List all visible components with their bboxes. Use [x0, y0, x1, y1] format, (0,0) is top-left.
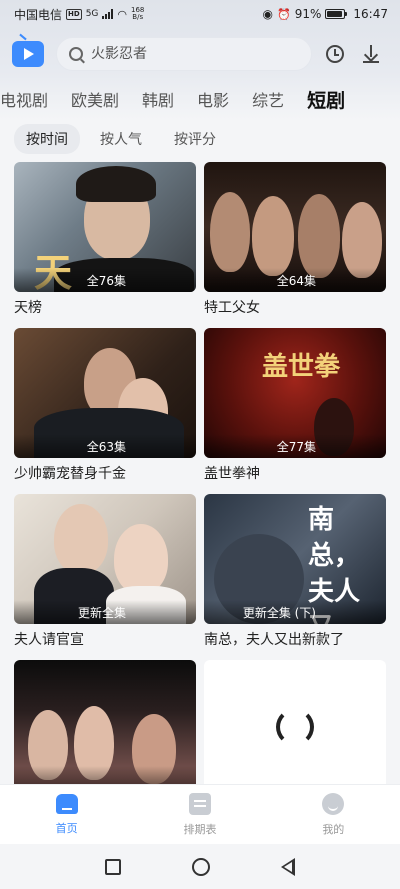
nav-schedule[interactable]: 排期表: [160, 792, 240, 837]
search-icon: [69, 47, 83, 61]
tab-korean-series[interactable]: 韩剧: [142, 87, 174, 111]
episode-badge: 全63集: [14, 434, 196, 458]
poster-figure: [54, 504, 108, 574]
drama-card[interactable]: 盖世拳 全77集 盖世拳神: [204, 328, 386, 494]
poster-title-text: 盖世拳: [262, 352, 341, 382]
episode-count: 全63集: [86, 440, 126, 454]
download-icon[interactable]: [362, 45, 380, 63]
poster-figure: [210, 192, 250, 272]
search-input[interactable]: [91, 46, 291, 62]
category-tabs: 电视剧 欧美剧 韩剧 电影 综艺 短剧: [0, 82, 400, 116]
tab-tv-series[interactable]: 电视剧: [0, 87, 48, 111]
nav-profile[interactable]: 我的: [293, 792, 373, 837]
episode-count: 全64集: [276, 274, 316, 288]
drama-card[interactable]: 天 全76集 天榜: [14, 162, 196, 328]
drama-poster: 更新全集: [14, 494, 196, 624]
drama-card[interactable]: 全64集 特工父女: [204, 162, 386, 328]
loading-spinner-icon: [276, 708, 314, 746]
poster-figure: [252, 196, 294, 276]
nav-home-label: 首页: [55, 821, 78, 835]
schedule-icon: [188, 792, 211, 815]
nav-home[interactable]: 首页: [27, 793, 107, 836]
drama-title: 夫人请官宣: [14, 632, 84, 648]
nav-profile-label: 我的: [322, 822, 345, 836]
episode-count: 全76集: [86, 274, 126, 288]
drama-poster: 盖世拳 全77集: [204, 328, 386, 458]
episode-badge: 全77集: [204, 434, 386, 458]
drama-poster: 南总，夫人又 更新全集 (下): [204, 494, 386, 624]
drama-title: 盖世拳神: [204, 466, 260, 482]
back-icon[interactable]: [280, 857, 295, 876]
battery-percent: 91%: [294, 7, 322, 21]
drama-poster-loading: [204, 660, 386, 790]
alarm-icon: ⏰: [277, 7, 291, 21]
sort-by-popularity[interactable]: 按人气: [88, 124, 154, 154]
system-navigation: [0, 844, 400, 889]
battery-icon: [325, 9, 348, 19]
carrier-label: 中国电信: [14, 7, 63, 22]
drama-grid: 天 全76集 天榜 全64集 特工父女 全63集 少帅霸宠替身千金 盖世拳 全7…: [14, 162, 386, 826]
drama-card[interactable]: 全63集 少帅霸宠替身千金: [14, 328, 196, 494]
sort-by-time[interactable]: 按时间: [14, 124, 80, 154]
drama-title: 南总，夫人又出新款了: [204, 632, 344, 648]
episode-count: 更新全集: [77, 606, 126, 620]
tab-short-drama[interactable]: 短剧: [307, 86, 345, 113]
episode-count: 全77集: [276, 440, 316, 454]
episode-badge: 更新全集: [14, 600, 196, 624]
poster-figure: [298, 194, 340, 278]
poster-figure: [342, 202, 382, 278]
app-logo-icon[interactable]: [12, 41, 44, 67]
tab-variety[interactable]: 综艺: [252, 87, 284, 111]
hd-badge: HD: [66, 8, 82, 20]
wifi-icon: ◠: [117, 7, 127, 21]
drama-card[interactable]: 更新全集 夫人请官宣: [14, 494, 196, 660]
eye-icon: ◉: [262, 7, 274, 21]
network-type: 5G: [85, 9, 99, 19]
recent-apps-icon[interactable]: [105, 858, 122, 875]
episode-badge: 全64集: [204, 268, 386, 292]
app-header: [0, 34, 400, 74]
poster-hair: [76, 166, 156, 202]
bottom-navigation: 首页 排期表 我的: [0, 784, 400, 844]
drama-title: 天榜: [14, 300, 42, 316]
drama-poster: 天 全76集: [14, 162, 196, 292]
home-icon: [55, 793, 78, 814]
drama-poster: 全63集: [14, 328, 196, 458]
drama-title: 少帅霸宠替身千金: [14, 466, 126, 482]
search-bar[interactable]: [56, 37, 312, 71]
history-icon[interactable]: [326, 45, 344, 63]
poster-figure: [114, 524, 168, 594]
profile-icon: [322, 792, 345, 815]
network-speed: 168 B/s: [131, 6, 145, 21]
sort-by-rating[interactable]: 按评分: [162, 124, 228, 154]
nav-schedule-label: 排期表: [183, 822, 217, 836]
tab-movies[interactable]: 电影: [197, 87, 229, 111]
clock: 16:47: [353, 7, 388, 21]
drama-poster: 全64集: [204, 162, 386, 292]
episode-count: 更新全集 (下): [242, 606, 316, 620]
episode-badge: 全76集: [14, 268, 196, 292]
drama-title: 特工父女: [204, 300, 260, 316]
sort-options: 按时间 按人气 按评分: [14, 124, 228, 154]
signal-icon: [102, 9, 114, 19]
tab-western-series[interactable]: 欧美剧: [71, 87, 119, 111]
home-button-icon[interactable]: [191, 857, 210, 876]
drama-poster: [14, 660, 196, 790]
status-bar: 中国电信 HD 5G ◠ 168 B/s ◉ ⏰ 91% 16:47: [0, 0, 400, 28]
episode-badge: 更新全集 (下): [204, 600, 386, 624]
drama-card[interactable]: 南总，夫人又 更新全集 (下) 南总，夫人又出新款了: [204, 494, 386, 660]
